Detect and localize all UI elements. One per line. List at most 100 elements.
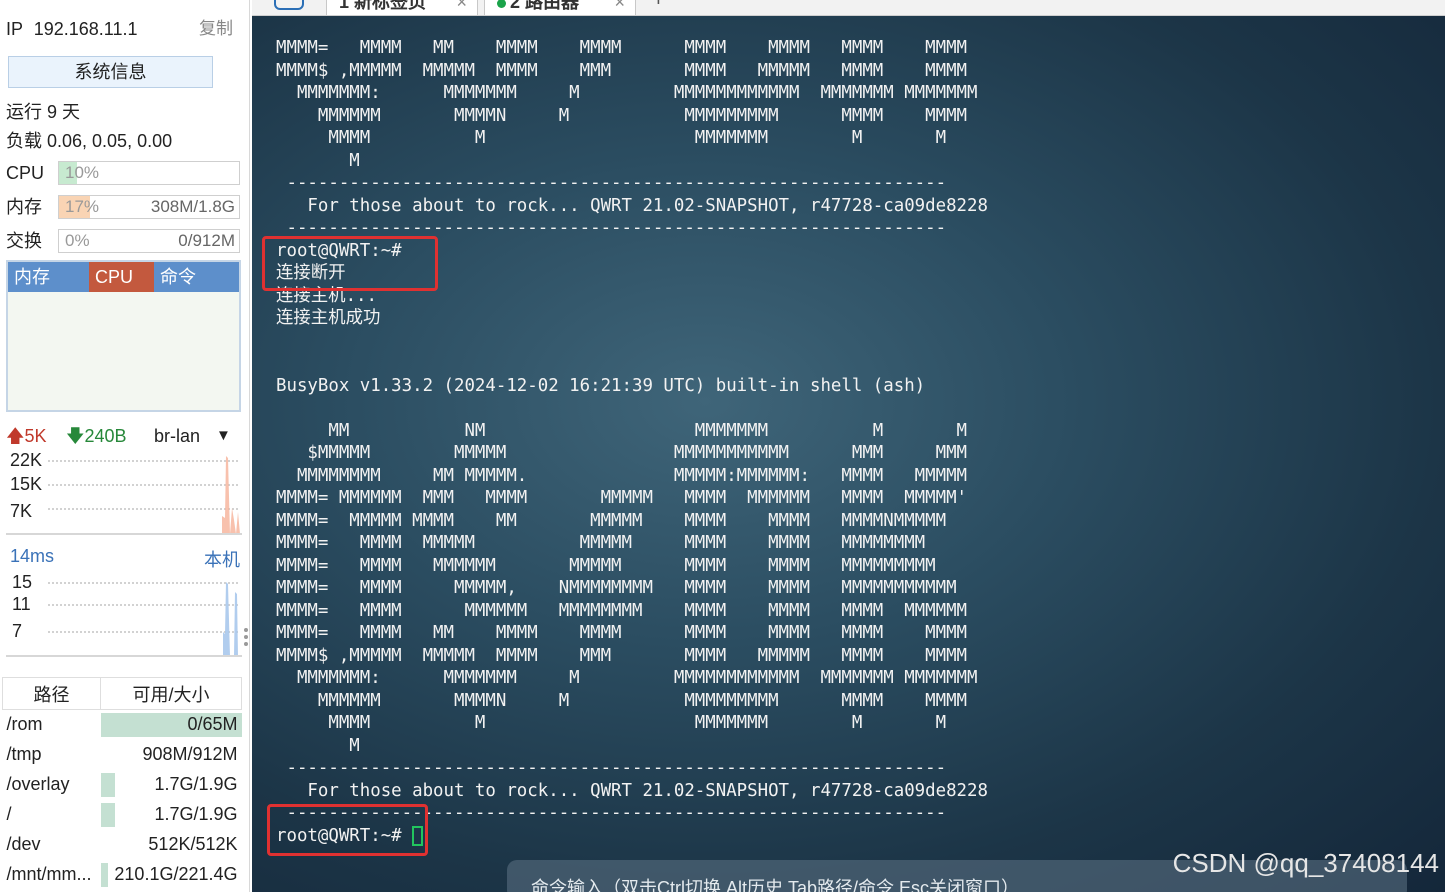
terminal-line: MMMM= MMMM MMMMM, NMMMMMMMM MMMM MMMM MM…: [276, 578, 957, 598]
fs-size-cell: 1.7G/1.9G: [100, 800, 242, 830]
caret-down-icon[interactable]: ▼: [216, 424, 231, 448]
fs-size: 0/65M: [187, 714, 238, 735]
ip-label: IP: [6, 19, 23, 39]
swap-meter-row: 交换 0% 0/912M: [6, 229, 246, 253]
fs-usage-bar: [100, 772, 115, 797]
table-header-row: 路径 可用/大小: [2, 677, 242, 710]
terminal-line: MMMMMMMM MM MMMMM. MMMMM:MMMMMM: MMMM MM…: [276, 465, 968, 486]
terminal-line: MM NM MMMMMMM M M: [276, 420, 968, 441]
ping-host[interactable]: 本机: [204, 546, 240, 572]
system-info-button[interactable]: 系统信息: [8, 56, 213, 88]
table-row[interactable]: /dev 512K/512K: [3, 830, 242, 860]
table-row[interactable]: /mnt/mm... 210.1G/221.4G: [3, 860, 242, 890]
command-input-placeholder: 命令输入（双击Ctrl切换,Alt历史,Tab路径/命令,Esc关闭窗口）: [531, 878, 1020, 892]
terminal-line: MMMMMM MMMMN M MMMMMMMMM MMMM MMMM: [276, 690, 968, 711]
terminal-line: For those about to rock... QWRT 21.02-SN…: [276, 780, 988, 801]
ping-latency-graph: [223, 582, 238, 656]
cpu-label: CPU: [6, 163, 45, 183]
cpu-percent: 10%: [65, 163, 100, 182]
terminal-line: MMMM$ ,MMMMM MMMMM MMMM MMM MMMM MMMMM M…: [276, 60, 968, 81]
column-header-size[interactable]: 可用/大小: [100, 677, 242, 710]
process-tab-command[interactable]: 命令: [154, 262, 239, 292]
fs-usage-bar: [100, 802, 115, 827]
download-value: 240B: [84, 426, 127, 446]
terminal-line: ----------------------------------------…: [276, 218, 947, 238]
fs-size-cell: 908M/912M: [101, 740, 242, 770]
fs-path: /dev: [6, 834, 41, 854]
column-header-path[interactable]: 路径: [2, 677, 101, 710]
tab-router[interactable]: 2 路由器 ×: [484, 0, 636, 15]
terminal-line: root@QWRT:~#: [276, 825, 1436, 848]
load-average-text: 负载 0.06, 0.05, 0.00: [6, 131, 173, 151]
terminal-line: 连接断开: [276, 263, 346, 283]
memory-meter: 17% 308M/1.8G: [58, 195, 240, 219]
terminal-window[interactable]: 1 新标签页 × 2 路由器 × + MMMM= MMMM MM MMMM MM…: [252, 0, 1445, 892]
fs-path: /mnt/mm...: [6, 864, 92, 884]
fs-path: /tmp: [6, 744, 42, 764]
ping-grid-line: [48, 631, 238, 633]
fs-path: /: [6, 804, 12, 824]
terminal-line: MMMM= MMMM MMMMM MMMMM MMMM MMMM MMMMMMM…: [276, 533, 926, 553]
section-divider: [6, 655, 242, 657]
tab-label: 2 路由器: [510, 0, 580, 12]
ping-grid-line: [48, 582, 238, 584]
ping-latency: 14ms: [10, 546, 55, 566]
interface-select[interactable]: br-lan: [154, 424, 200, 448]
cpu-meter: 10%: [58, 161, 240, 185]
terminal-line: MMMM$ ,MMMMM MMMMM MMMM MMM MMMM MMMMM M…: [276, 645, 968, 666]
filesystem-rows: /rom 0/65M/tmp 908M/912M/overlay 1.7G/1.9G /…: [3, 710, 242, 890]
net-grid-line: [48, 460, 238, 462]
table-row[interactable]: /tmp 908M/912M: [3, 740, 242, 770]
table-row[interactable]: /overlay 1.7G/1.9G: [3, 770, 242, 800]
copy-ip-button[interactable]: 复制: [199, 18, 233, 40]
network-row: 🡅5K 🡇240B br-lan ▼: [6, 424, 242, 448]
filesystem-table: 路径 可用/大小 /rom 0/65M/tmp 908M/912M/overlay 1…: [2, 677, 242, 890]
memory-label: 内存: [6, 197, 42, 217]
process-tab-memory[interactable]: 内存: [8, 262, 89, 292]
net-scale-mid: 15K: [10, 474, 43, 494]
terminal-line: M: [276, 735, 360, 756]
terminal-line: MMMM= MMMM MMMMMM MMMMM MMMM MMMM MMMMMM…: [276, 555, 936, 576]
section-divider: [6, 533, 242, 535]
terminal-line: root@QWRT:~#: [276, 240, 402, 261]
table-row[interactable]: /rom 0/65M: [3, 710, 242, 740]
highlight-box-disconnect: [262, 236, 438, 291]
terminal-line: ----------------------------------------…: [276, 173, 947, 193]
terminal-line: MMMM= MMMMM MMMM MM MMMMM MMMM MMMM MMMM…: [276, 510, 947, 531]
tab-new-page[interactable]: 1 新标签页 ×: [326, 0, 478, 15]
fs-usage-bar: [100, 862, 108, 887]
upload-rate: 🡅5K: [6, 424, 47, 448]
ping-scale-min: 7: [12, 621, 23, 641]
fs-size-cell: 1.7G/1.9G: [100, 770, 242, 800]
close-icon[interactable]: ×: [456, 0, 467, 15]
net-scale-min: 7K: [10, 501, 33, 521]
connected-status-icon: [497, 0, 506, 8]
ip-value: 192.168.11.1: [33, 19, 138, 39]
table-row[interactable]: / 1.7G/1.9G: [3, 800, 242, 830]
ping-scale-mid: 11: [12, 594, 31, 614]
swap-meter: 0% 0/912M: [58, 229, 240, 253]
resize-handle[interactable]: [244, 628, 248, 646]
terminal-line: MMMM= MMMM MMMMMM MMMMMMMM MMMM MMMM MMM…: [276, 600, 968, 621]
new-session-icon[interactable]: [274, 0, 304, 10]
terminal-line: M: [276, 150, 360, 171]
net-grid-line: [48, 484, 238, 486]
fs-size: 1.7G/1.9G: [154, 774, 238, 794]
close-icon[interactable]: ×: [614, 0, 625, 15]
ip-row: IP 192.168.11.1 复制: [6, 18, 239, 40]
fs-size: 210.1G/221.4G: [114, 864, 238, 884]
process-panel: 内存 CPU 命令: [6, 260, 241, 412]
upload-value: 5K: [24, 426, 47, 446]
terminal-line: ----------------------------------------…: [276, 758, 947, 778]
process-tab-cpu[interactable]: CPU: [89, 262, 154, 292]
fs-size: 512K/512K: [148, 834, 238, 854]
net-scale-max: 22K: [10, 450, 43, 470]
add-tab-icon[interactable]: +: [652, 0, 665, 12]
cpu-meter-row: CPU 10%: [6, 161, 246, 185]
net-grid-line: [48, 508, 238, 510]
fs-size: 1.7G/1.9G: [154, 804, 238, 824]
highlight-box-prompt: [267, 804, 428, 856]
terminal-line: MMMMMMM: MMMMMMM M MMMMMMMMMMMM MMMMMMM …: [276, 668, 978, 688]
fs-size-cell: 210.1G/221.4G: [100, 860, 242, 890]
